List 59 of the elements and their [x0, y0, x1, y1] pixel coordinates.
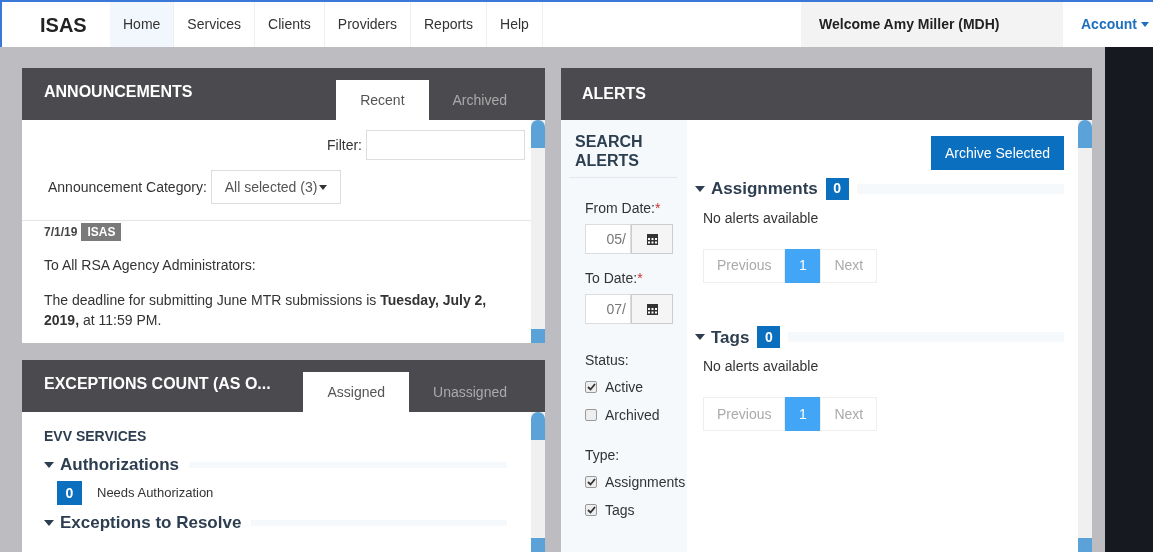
announcement-date: 7/1/19: [44, 224, 78, 241]
archive-selected-button[interactable]: Archive Selected: [930, 136, 1064, 170]
tab[interactable]: Recent: [336, 80, 429, 120]
count-badge: 0: [825, 177, 849, 200]
checkbox[interactable]: [585, 381, 597, 393]
category-dropdown[interactable]: All selected (3): [210, 170, 342, 204]
announcement-greeting: To All RSA Agency Administrators:: [44, 256, 257, 275]
caret-icon: [695, 334, 705, 341]
tab[interactable]: Assigned: [303, 372, 410, 412]
search-title: SEARCH ALERTS: [569, 120, 677, 178]
caret-icon: [44, 520, 54, 526]
announcement-text: The deadline for submitting June MTR submissions is Tuesday, July 2, 2019, at 11:59 PM.: [44, 291, 488, 330]
checkbox[interactable]: [585, 409, 597, 421]
calendar-button[interactable]: [631, 294, 673, 324]
date-field[interactable]: 07/: [585, 294, 631, 324]
account-menu[interactable]: Account: [1063, 2, 1153, 47]
checkbox-label: Tags: [605, 500, 635, 520]
count-badge: 0: [757, 326, 781, 349]
category-label: Announcement Category:: [48, 177, 207, 197]
section-toggle[interactable]: Tags: [695, 324, 750, 350]
brand-logo[interactable]: ISAS: [2, 2, 110, 47]
announcement-tag: ISAS: [81, 223, 122, 241]
calendar-icon: [646, 233, 658, 245]
caret-icon: [695, 185, 705, 192]
panel-title: ANNOUNCEMENTS: [44, 82, 193, 102]
tab[interactable]: Unassigned: [409, 372, 531, 412]
empty-message: No alerts available: [702, 208, 820, 228]
scrollbar[interactable]: [1078, 120, 1092, 552]
scrollbar[interactable]: [531, 120, 545, 343]
caret-icon: [1141, 22, 1149, 27]
checkbox-label: Active: [605, 377, 644, 397]
filter-field[interactable]: [366, 130, 525, 160]
group-toggle[interactable]: Exceptions to Resolve: [44, 513, 242, 533]
calendar-icon: [646, 303, 658, 315]
exception-label: Needs Authorization: [97, 484, 214, 503]
tab[interactable]: Archived: [428, 80, 531, 120]
checkbox[interactable]: [585, 504, 597, 516]
calendar-button[interactable]: [631, 224, 673, 254]
date-field[interactable]: 05/: [585, 224, 631, 254]
section-toggle[interactable]: Assignments: [695, 176, 818, 202]
type-label: Type:: [585, 446, 621, 465]
empty-message: No alerts available: [702, 357, 820, 376]
caret-icon: [44, 462, 54, 468]
welcome-text: Welcome Amy Miller (MDH): [801, 2, 1063, 47]
from-date-label: From Date:*: [585, 199, 662, 218]
checkbox-label: Archived: [605, 405, 660, 425]
nav-link[interactable]: Home: [110, 2, 175, 47]
to-date-label: To Date:*: [585, 269, 644, 288]
panel-title: EXCEPTIONS COUNT (AS O...: [44, 374, 271, 394]
checkbox[interactable]: [585, 476, 597, 488]
count-badge: 0: [57, 481, 82, 505]
caret-icon: [319, 184, 328, 190]
status-label: Status:: [585, 351, 630, 370]
scrollbar[interactable]: [531, 412, 545, 552]
panel-title: ALERTS: [582, 84, 646, 104]
group-toggle[interactable]: Authorizations: [44, 455, 179, 475]
checkbox-label: Assignments: [605, 472, 686, 492]
filter-label: Filter:: [327, 135, 362, 155]
section-heading: EVV SERVICES: [44, 427, 148, 446]
